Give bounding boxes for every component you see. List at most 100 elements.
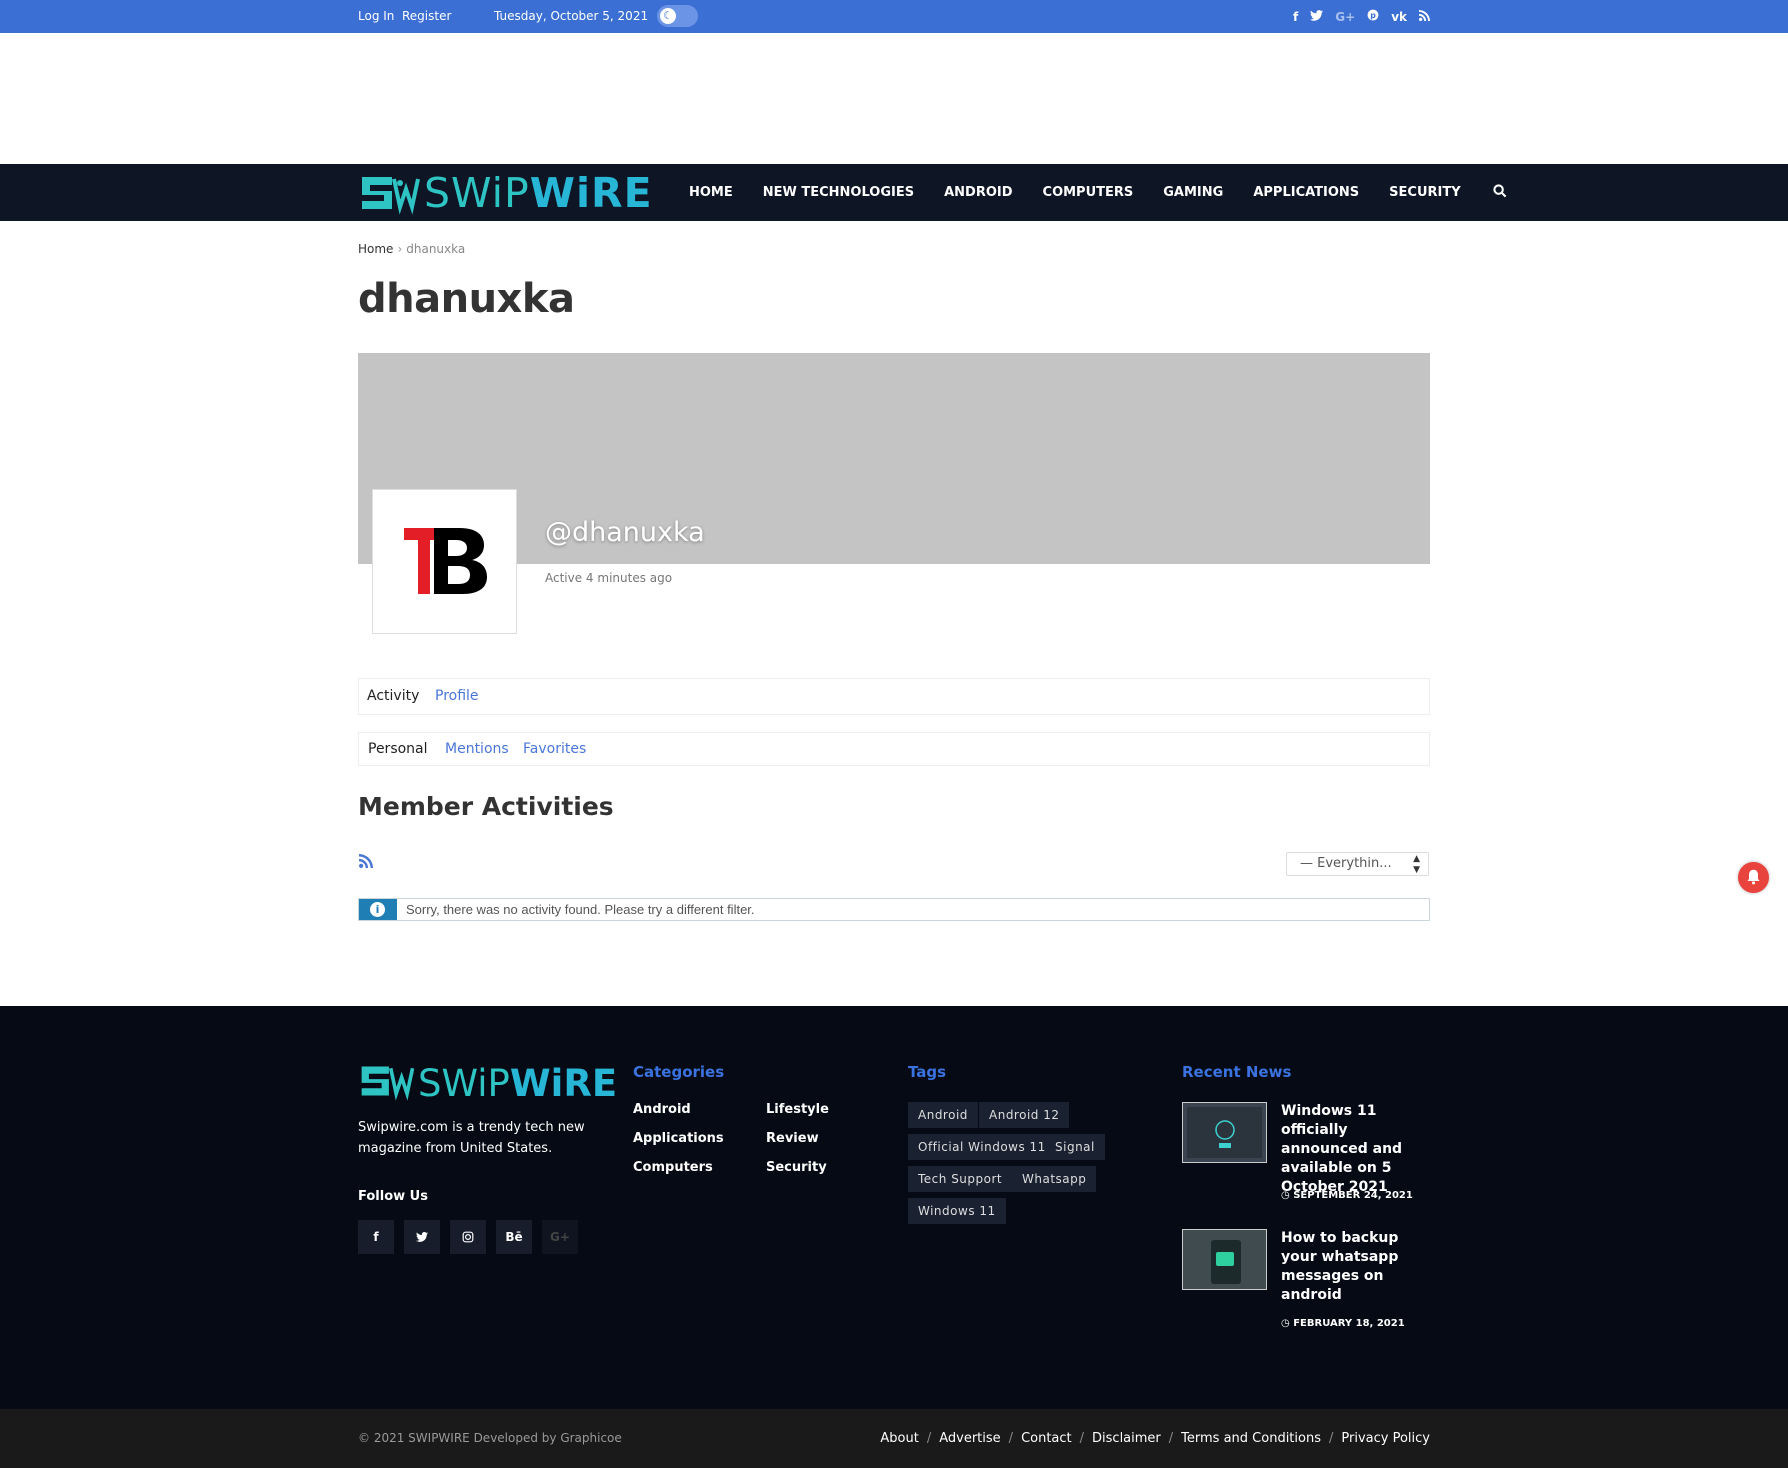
main-nav: HOME NEW TECHNOLOGIES ANDROID COMPUTERS … — [689, 164, 1507, 221]
footer-link-privacy[interactable]: Privacy Policy — [1341, 1409, 1430, 1468]
vk-icon[interactable]: vk — [1391, 10, 1407, 24]
tag-android-12[interactable]: Android 12 — [979, 1102, 1070, 1128]
footer-links: About / Advertise / Contact / Disclaimer / T… — [880, 1409, 1430, 1468]
footer-logo-text: SWiPWiRE — [418, 1061, 618, 1105]
category-android[interactable]: Android — [633, 1102, 691, 1117]
breadcrumb-separator: › — [397, 242, 403, 256]
top-bar: Log In Register Tuesday, October 5, 2021… — [0, 0, 1788, 33]
breadcrumb-home[interactable]: Home — [358, 242, 393, 256]
nav-gaming[interactable]: GAMING — [1163, 185, 1223, 200]
nav-new-technologies[interactable]: NEW TECHNOLOGIES — [763, 185, 914, 200]
moon-icon: ☾ — [660, 8, 676, 24]
nav-android[interactable]: ANDROID — [944, 185, 1012, 200]
footer-link-contact[interactable]: Contact — [1021, 1409, 1072, 1468]
tag-official-windows-11[interactable]: Official Windows 11 — [908, 1134, 1056, 1160]
subtab-favorites[interactable]: Favorites — [523, 733, 586, 765]
nav-security[interactable]: SECURITY — [1389, 185, 1460, 200]
footer-google-plus-icon[interactable]: G+ — [542, 1220, 578, 1254]
current-date: Tuesday, October 5, 2021 — [494, 9, 649, 23]
recent-news-heading: Recent News — [1182, 1063, 1292, 1081]
main-header: SWiPWiRE HOME NEW TECHNOLOGIES ANDROID C… — [0, 164, 1788, 221]
tab-profile[interactable]: Profile — [435, 679, 479, 714]
footer-link-about[interactable]: About — [880, 1409, 918, 1468]
subtab-personal[interactable]: Personal — [368, 733, 428, 765]
profile-cover — [358, 353, 1430, 564]
news-title-whatsapp[interactable]: How to backup your whatsapp messages on … — [1281, 1229, 1431, 1305]
tag-windows-11[interactable]: Windows 11 — [908, 1198, 1006, 1224]
news-date-whatsapp: ◷ FEBRUARY 18, 2021 — [1281, 1318, 1405, 1329]
category-applications[interactable]: Applications — [633, 1131, 724, 1146]
avatar-logo-icon — [404, 528, 487, 594]
subtab-mentions[interactable]: Mentions — [445, 733, 509, 765]
tag-signal[interactable]: Signal — [1045, 1134, 1105, 1160]
section-title: Member Activities — [358, 792, 614, 821]
category-computers[interactable]: Computers — [633, 1160, 713, 1175]
tag-whatsapp[interactable]: Whatsapp — [1012, 1166, 1097, 1192]
pinterest-icon[interactable]: p — [1367, 9, 1379, 24]
tags-heading: Tags — [908, 1063, 947, 1081]
nav-computers[interactable]: COMPUTERS — [1043, 185, 1134, 200]
breadcrumb: Home › dhanuxka — [358, 242, 465, 256]
filter-selected-value: — Everythin... — [1300, 856, 1392, 871]
footer-instagram-icon[interactable] — [450, 1220, 486, 1254]
nav-home[interactable]: HOME — [689, 185, 733, 200]
no-activity-notice: i Sorry, there was no activity found. Pl… — [358, 898, 1430, 921]
footer-link-disclaimer[interactable]: Disclaimer — [1092, 1409, 1161, 1468]
avatar[interactable] — [372, 489, 517, 634]
logo-mark-icon — [358, 171, 424, 215]
twitter-icon[interactable] — [1310, 9, 1324, 24]
profile-handle: @dhanuxka — [545, 517, 705, 548]
login-link[interactable]: Log In — [358, 0, 394, 33]
rss-icon[interactable] — [1419, 9, 1430, 24]
footer-link-terms[interactable]: Terms and Conditions — [1181, 1409, 1321, 1468]
footer-link-advertise[interactable]: Advertise — [939, 1409, 1000, 1468]
tag-android[interactable]: Android — [908, 1102, 978, 1128]
news-thumbnail-windows11[interactable] — [1182, 1102, 1267, 1163]
notice-message: Sorry, there was no activity found. Plea… — [406, 902, 755, 917]
breadcrumb-current: dhanuxka — [406, 242, 466, 256]
info-icon-box: i — [359, 899, 397, 920]
clock-icon: ◷ — [1281, 1190, 1294, 1201]
activity-filter-select[interactable]: — Everythin... ▲ ▼ — [1286, 852, 1429, 876]
category-security[interactable]: Security — [766, 1160, 827, 1175]
news-date-windows11: ◷ SEPTEMBER 24, 2021 — [1281, 1190, 1413, 1201]
footer-twitter-icon[interactable] — [404, 1220, 440, 1254]
profile-tabs: Activity Profile — [358, 678, 1430, 715]
footer-logo[interactable]: SWiPWiRE — [358, 1061, 617, 1105]
site-logo[interactable]: SWiPWiRE — [358, 171, 653, 215]
google-plus-icon[interactable]: G+ — [1335, 10, 1355, 24]
footer-logo-mark-icon — [358, 1061, 418, 1105]
activity-subtabs: Personal Mentions Favorites — [358, 732, 1430, 766]
svg-text:p: p — [1370, 11, 1376, 20]
logo-text: SWiPWiRE — [424, 169, 653, 217]
copyright: © 2021 SWIPWIRE Developed by Graphicoe — [358, 1431, 622, 1445]
footer-bottom-bar: © 2021 SWIPWIRE Developed by Graphicoe A… — [0, 1409, 1788, 1468]
category-review[interactable]: Review — [766, 1131, 819, 1146]
follow-us-label: Follow Us — [358, 1189, 428, 1204]
news-title-windows11[interactable]: Windows 11 officially announced and avai… — [1281, 1102, 1431, 1197]
news-thumbnail-whatsapp[interactable] — [1182, 1229, 1267, 1290]
clock-icon: ◷ — [1281, 1318, 1294, 1329]
dark-mode-toggle[interactable]: ☾ — [657, 5, 698, 27]
footer-facebook-icon[interactable]: f — [358, 1220, 394, 1254]
page-title: dhanuxka — [358, 276, 575, 322]
category-lifestyle[interactable]: Lifestyle — [766, 1102, 829, 1117]
footer-social-links: f Bē G+ — [358, 1220, 578, 1254]
footer-behance-icon[interactable]: Bē — [496, 1220, 532, 1254]
tab-activity[interactable]: Activity — [367, 679, 419, 714]
info-icon: i — [370, 902, 385, 917]
sort-arrows-icon: ▲ ▼ — [1413, 854, 1420, 875]
categories-heading: Categories — [633, 1063, 725, 1081]
bell-icon — [1746, 868, 1761, 889]
nav-applications[interactable]: APPLICATIONS — [1253, 185, 1359, 200]
footer-description: Swipwire.com is a trendy tech new magazi… — [358, 1120, 585, 1156]
register-link[interactable]: Register — [402, 0, 451, 33]
site-footer: SWiPWiRE Swipwire.com is a trendy tech n… — [0, 1006, 1788, 1409]
activity-rss-icon[interactable] — [359, 853, 375, 869]
facebook-icon[interactable]: f — [1293, 10, 1298, 24]
search-icon[interactable] — [1492, 183, 1507, 202]
tag-tech-support[interactable]: Tech Support — [908, 1166, 1013, 1192]
top-social-links: f G+ p vk — [1293, 0, 1430, 33]
notification-bell-button[interactable] — [1738, 862, 1769, 893]
last-active-status: Active 4 minutes ago — [545, 571, 673, 585]
